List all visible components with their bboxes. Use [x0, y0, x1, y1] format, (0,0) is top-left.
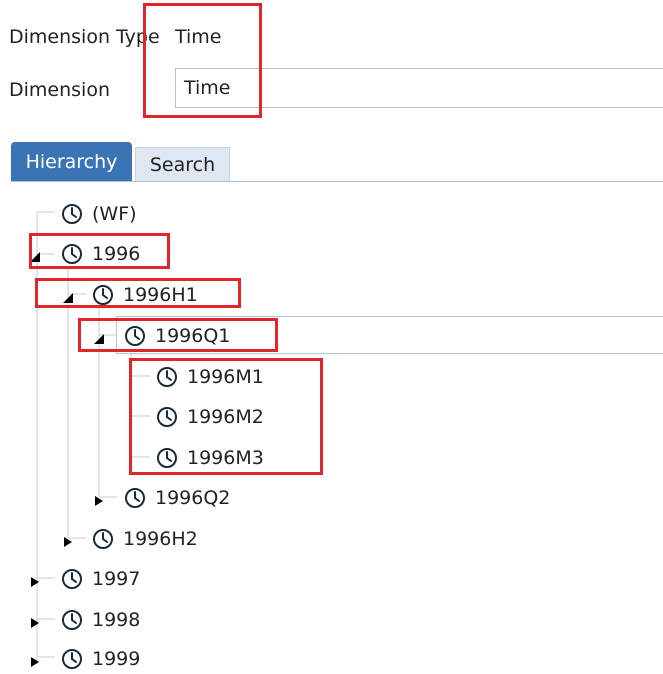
tree-node[interactable]: 1997	[61, 564, 140, 594]
tree-node[interactable]: 1998	[61, 605, 140, 635]
collapsed-triangle-icon[interactable]	[93, 492, 105, 506]
collapsed-triangle-icon[interactable]	[29, 573, 41, 587]
clock-icon	[61, 568, 92, 590]
tree-node-label: (WF)	[92, 203, 137, 225]
collapsed-triangle-icon[interactable]	[62, 533, 74, 547]
tree-node-label: 1998	[92, 609, 141, 631]
highlight-box-1996	[29, 233, 170, 269]
highlight-box-1996q1	[78, 318, 278, 352]
tree-node[interactable]: 1996Q2	[124, 483, 230, 513]
tree-node-label: 1996Q2	[155, 487, 231, 509]
clock-icon	[61, 648, 92, 670]
tree-node[interactable]: 1999	[61, 644, 140, 674]
highlight-box-time	[143, 3, 262, 118]
highlight-box-months	[129, 358, 323, 475]
collapsed-triangle-icon[interactable]	[29, 653, 41, 667]
tree-node-label: 1999	[92, 648, 141, 670]
tree-node[interactable]: 1996H2	[92, 524, 198, 554]
collapsed-triangle-icon[interactable]	[29, 614, 41, 628]
tree-node[interactable]: (WF)	[61, 199, 137, 229]
clock-icon	[124, 487, 155, 509]
clock-icon	[61, 203, 92, 225]
highlight-box-1996h1	[35, 278, 241, 308]
clock-icon	[61, 609, 92, 631]
tree-node-label: 1997	[92, 568, 141, 590]
tree-node-label: 1996H2	[123, 528, 198, 550]
clock-icon	[92, 528, 123, 550]
